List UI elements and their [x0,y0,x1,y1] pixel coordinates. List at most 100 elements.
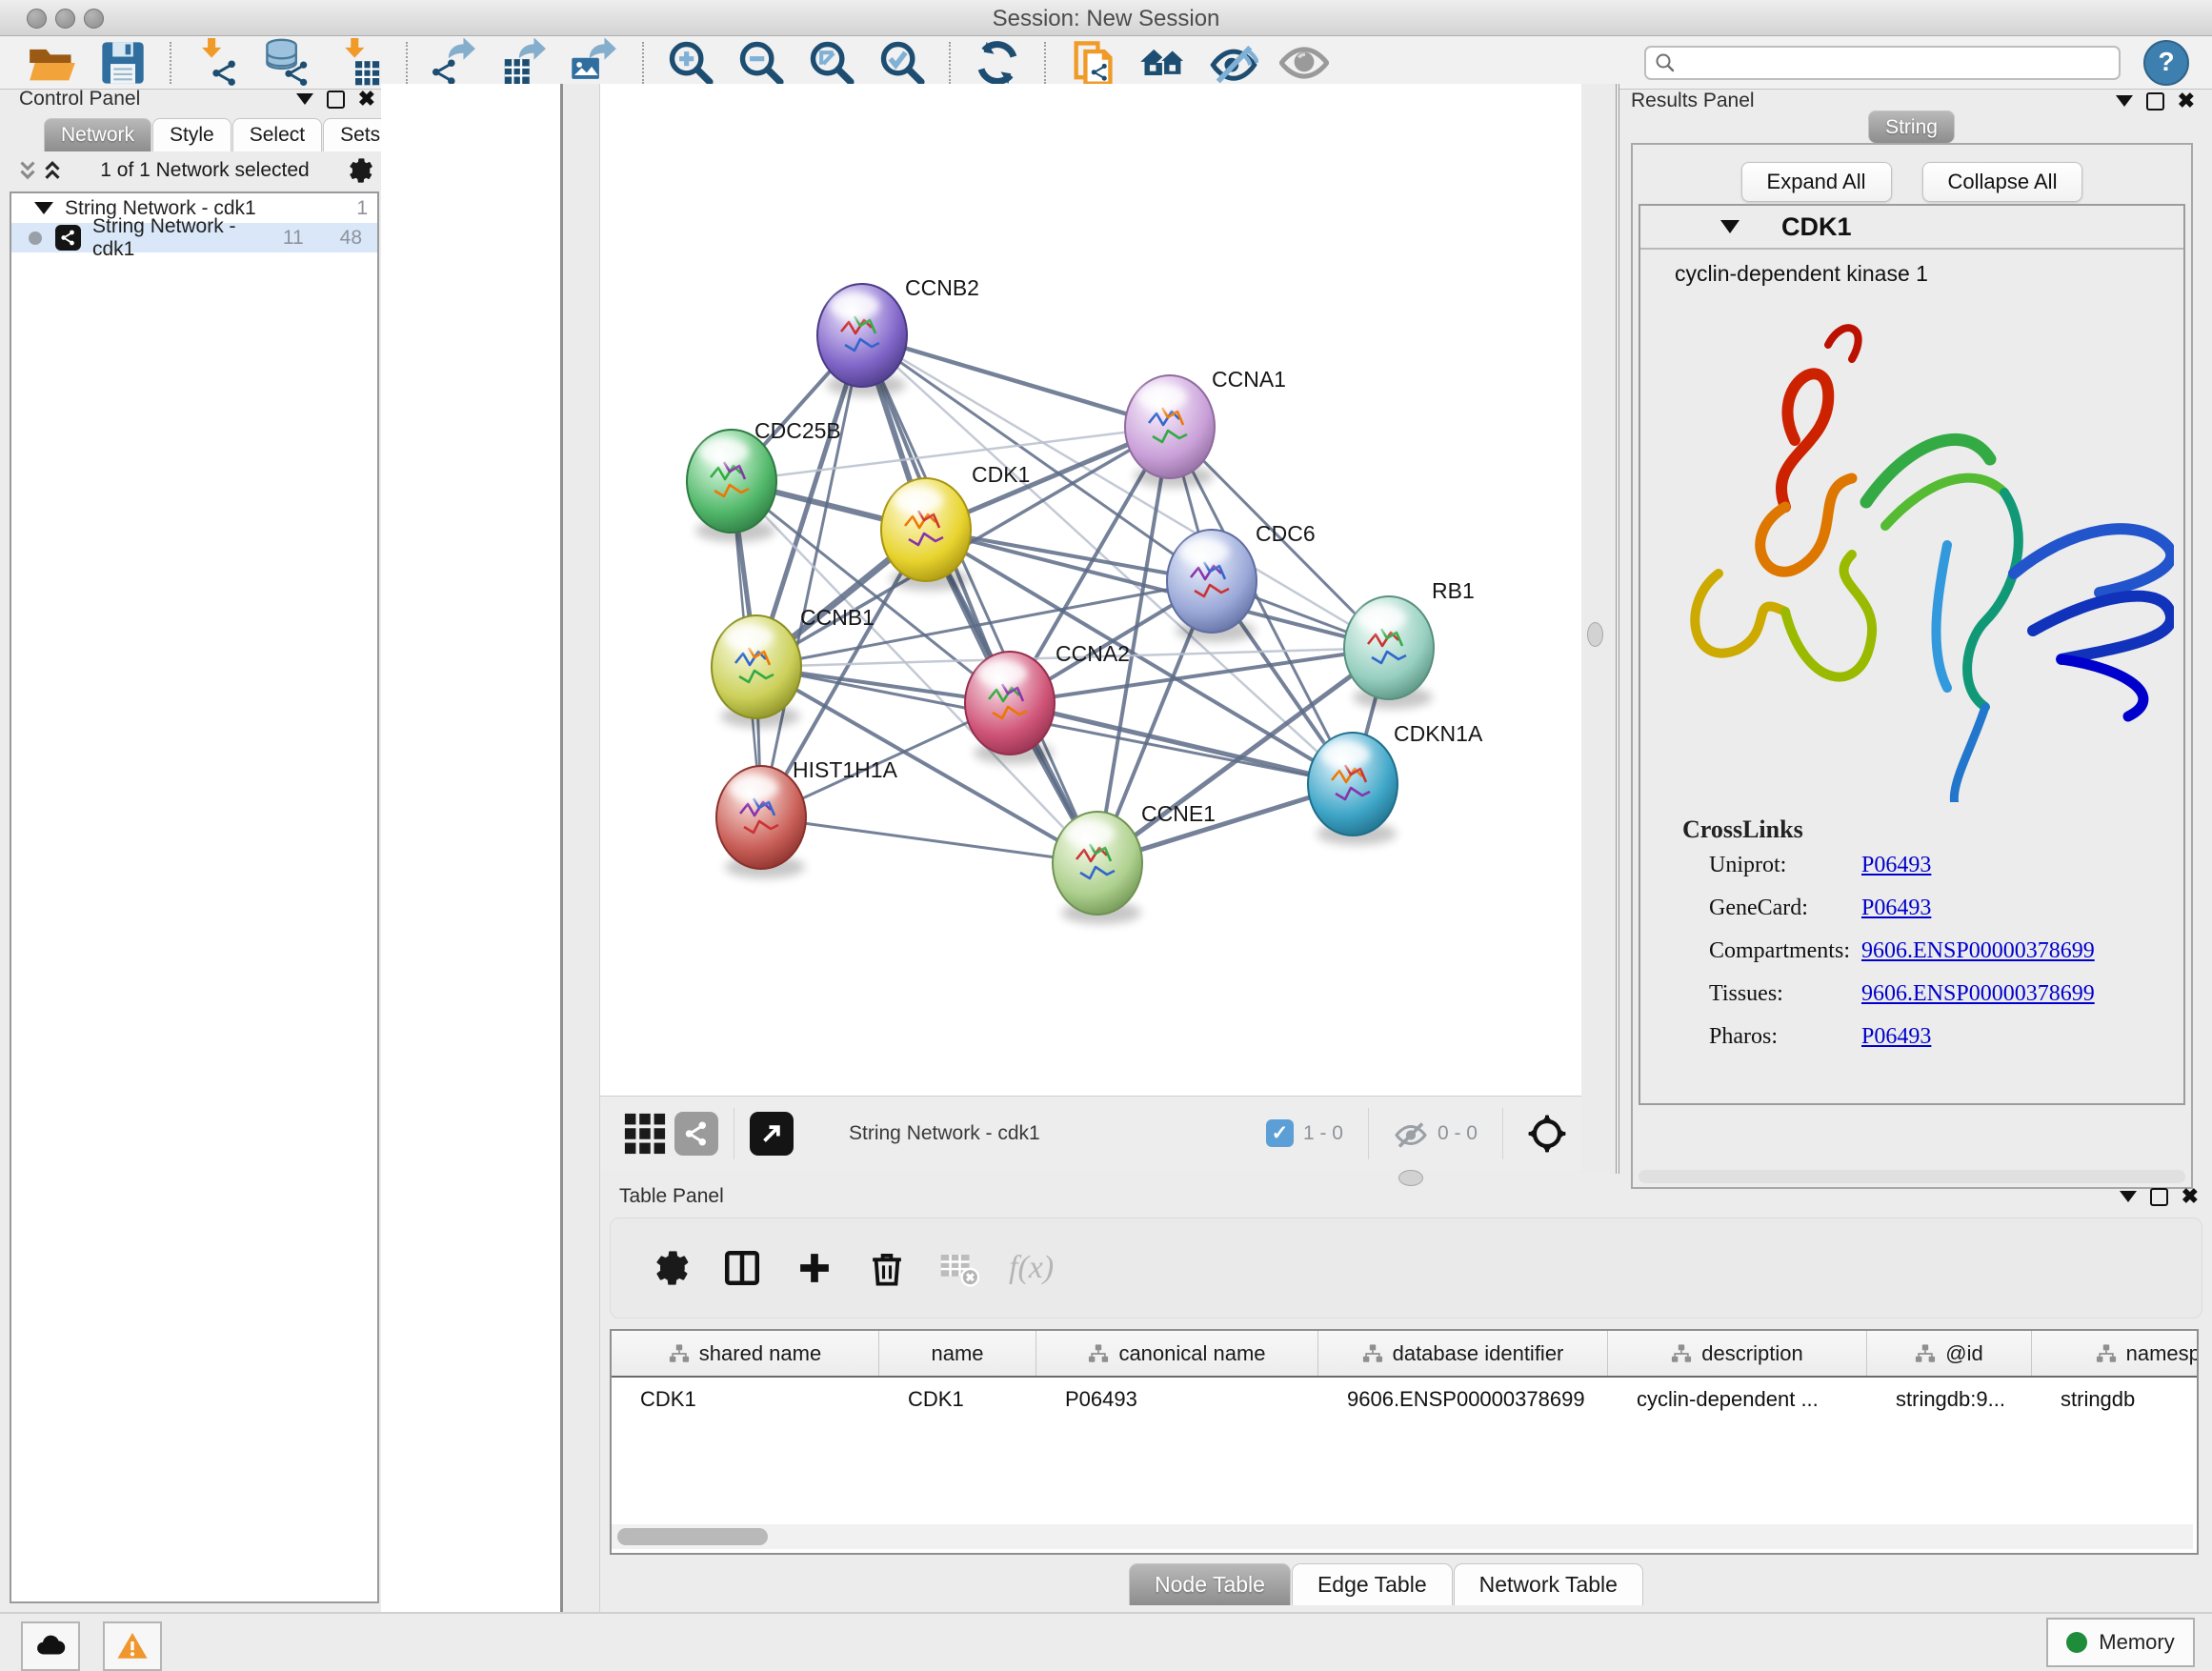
column-header-namespace[interactable]: namespace [2032,1331,2199,1376]
edge-ccnb2-ccna1[interactable] [862,335,1170,427]
table-cell[interactable]: stringdb [2032,1378,2199,1423]
node-rb1[interactable] [1344,596,1434,709]
edge-ccnb2-ccne1[interactable] [862,335,1097,863]
tab-select[interactable]: Select [232,118,322,151]
collection-expand-icon[interactable] [34,202,53,214]
delete-table-icon[interactable] [939,1248,979,1288]
detach-view-icon[interactable] [750,1112,794,1156]
show-graphics-icon[interactable] [1279,38,1329,88]
function-builder-icon[interactable]: f(x) [1009,1250,1054,1286]
crosslink-link[interactable]: 9606.ENSP00000378699 [1861,981,2095,1007]
copy-share-icon[interactable] [1068,38,1117,88]
expand-all-icon[interactable] [40,158,65,183]
node-ccna1[interactable] [1125,375,1215,488]
table-settings-gear-icon[interactable] [650,1248,690,1288]
search-input[interactable] [1677,49,2111,77]
zoom-fit-icon[interactable] [807,38,856,88]
table-cell[interactable]: CDK1 [612,1378,879,1423]
table-hscrollbar-thumb[interactable] [617,1528,768,1545]
hide-graphics-icon[interactable] [1209,38,1258,88]
results-panel-close-icon[interactable]: ✖ [2178,92,2195,110]
table-cell[interactable]: 9606.ENSP00000378699 [1318,1378,1608,1423]
tab-network-table[interactable]: Network Table [1454,1563,1643,1605]
column-header-description[interactable]: description [1608,1331,1867,1376]
tab-network[interactable]: Network [44,118,151,151]
zoom-out-icon[interactable] [736,38,786,88]
control-panel-float-icon[interactable] [296,93,313,105]
tab-node-table[interactable]: Node Table [1129,1563,1291,1605]
grid-view-icon[interactable] [623,1112,667,1156]
control-panel-close-icon[interactable]: ✖ [358,91,375,108]
export-network-icon[interactable] [430,38,479,88]
import-network-file-icon[interactable] [193,38,243,88]
birds-eye-toggle-icon[interactable] [1528,1115,1566,1153]
node-cdk1[interactable] [881,478,971,591]
results-panel-float-icon[interactable] [2116,95,2133,107]
column-header-database-identifier[interactable]: database identifier [1318,1331,1608,1376]
results-panel-maximize-icon[interactable] [2146,92,2164,111]
crosslink-link[interactable]: P06493 [1861,853,1931,878]
expand-all-button[interactable]: Expand All [1741,162,1892,202]
node-cdkn1a[interactable] [1308,733,1398,845]
export-table-icon[interactable] [500,38,550,88]
network-row-selected[interactable]: String Network - cdk1 11 48 [11,223,377,252]
entry-collapse-icon[interactable] [1720,220,1739,233]
column-header-canonical-name[interactable]: canonical name [1036,1331,1318,1376]
network-options-gear-icon[interactable] [345,156,373,185]
open-session-icon[interactable] [28,38,77,88]
node-ccna2[interactable] [965,652,1055,764]
zoom-in-icon[interactable] [666,38,715,88]
import-table-file-icon[interactable] [334,38,384,88]
crosslink-link[interactable]: P06493 [1861,896,1931,921]
network-status-dot [29,232,42,245]
save-session-icon[interactable] [98,38,148,88]
show-columns-icon[interactable] [722,1248,762,1288]
selected-checkbox[interactable]: ✓ [1266,1119,1294,1147]
network-view-icon[interactable] [674,1112,718,1156]
add-column-icon[interactable] [794,1248,835,1288]
node-hist1h1a[interactable] [716,766,806,878]
cloud-status-button[interactable] [21,1621,80,1671]
node-ccne1[interactable] [1053,812,1142,924]
network-graph: CCNB2 CCNA1 CDC25B CDK1 CDC6 RB1 CCNB1 [600,84,1581,1096]
node-cdc25b[interactable] [687,430,776,542]
table-panel-float-icon[interactable] [2120,1191,2137,1202]
table-cell[interactable]: CDK1 [879,1378,1036,1423]
table-panel-close-icon[interactable]: ✖ [2182,1188,2199,1205]
control-panel-maximize-icon[interactable] [327,91,345,109]
zoom-selected-icon[interactable] [877,38,927,88]
table-row[interactable]: CDK1CDK1P064939606.ENSP00000378699cyclin… [612,1378,2197,1423]
collapse-all-button[interactable]: Collapse All [1922,162,2083,202]
delete-column-trash-icon[interactable] [867,1248,907,1288]
tab-style[interactable]: Style [152,118,231,151]
node-ccnb1[interactable] [712,615,801,728]
left-splitter[interactable] [560,84,600,1612]
tab-string[interactable]: String [1868,111,1955,143]
table-panel-maximize-icon[interactable] [2150,1188,2168,1206]
edge-cdk1-rb1[interactable] [926,530,1389,648]
edge-hist1h1a-ccne1[interactable] [761,817,1097,863]
table-cell[interactable]: P06493 [1036,1378,1318,1423]
table-cell[interactable]: cyclin-dependent ... [1608,1378,1867,1423]
crosslink-link[interactable]: 9606.ENSP00000378699 [1861,938,2095,964]
import-network-database-icon[interactable] [264,38,313,88]
collapse-all-icon[interactable] [15,158,40,183]
node-ccnb2[interactable] [817,284,907,396]
export-image-icon[interactable] [571,38,620,88]
network-overview-icon[interactable] [1138,38,1188,88]
memory-button[interactable]: Memory [2046,1618,2195,1667]
tab-edge-table[interactable]: Edge Table [1292,1563,1453,1605]
table-cell[interactable]: stringdb:9... [1867,1378,2032,1423]
warnings-button[interactable] [103,1621,162,1671]
right-splitter-handle[interactable] [1587,622,1603,647]
node-cdc6[interactable] [1167,530,1257,642]
column-header-shared-name[interactable]: shared name [612,1331,879,1376]
cdk1-entry-header[interactable]: CDK1 [1640,206,2183,250]
help-button[interactable]: ? [2143,40,2189,86]
refresh-icon[interactable] [973,38,1022,88]
column-header--id[interactable]: @id [1867,1331,2032,1376]
protein-structure-image [1652,288,2174,802]
column-header-name[interactable]: name [879,1331,1036,1376]
edge-ccnb2-hist1h1a[interactable] [761,335,862,817]
crosslink-link[interactable]: P06493 [1861,1024,1931,1050]
